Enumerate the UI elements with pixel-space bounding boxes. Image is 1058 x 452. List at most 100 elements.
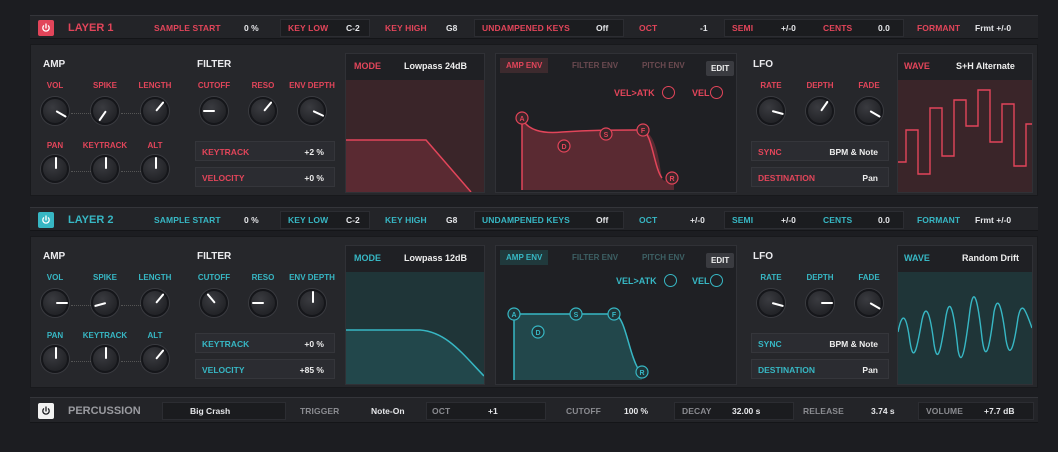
key-low-value[interactable]: C-2 [346,215,360,225]
length-knob[interactable] [141,97,169,125]
formant-value[interactable]: Frmt +/-0 [975,215,1011,225]
vel-atk-knob[interactable] [664,274,677,287]
env-point-s[interactable]: S [574,312,579,319]
spike-label: SPIKE [92,273,117,282]
cents-value[interactable]: 0.0 [878,215,890,225]
tab-amp-env[interactable]: AMP ENV [500,58,549,73]
wave-label: WAVE [904,61,930,71]
percussion-sample[interactable]: Big Crash [190,406,230,416]
power-icon [42,215,50,224]
undampened-value[interactable]: Off [596,215,608,225]
spike-knob[interactable] [91,97,119,125]
env-depth-knob[interactable] [298,97,326,125]
tab-pitch-env[interactable]: PITCH ENV [636,250,691,265]
env-point-f[interactable]: F [641,128,646,135]
reso-knob[interactable] [249,289,277,317]
tab-pitch-env[interactable]: PITCH ENV [636,58,691,73]
tab-amp-env[interactable]: AMP ENV [500,250,549,265]
alt-knob[interactable] [141,345,169,373]
sample-start-value[interactable]: 0 % [244,23,259,33]
layer2-body: AMP VOL SPIKE LENGTH PAN KEYTRACK ALT FI… [30,236,1038,388]
lfo-depth-label: DEPTH [806,273,834,282]
lfo-destination-row[interactable]: DESTINATION Pan [751,167,889,187]
vol-knob[interactable] [41,289,69,317]
lfo-sync-row[interactable]: SYNC BPM & Note [751,141,889,161]
percussion-cutoff-value[interactable]: 100 % [624,406,648,416]
tab-filter-env[interactable]: FILTER ENV [566,58,624,73]
cutoff-knob[interactable] [200,97,228,125]
lfo-destination-row[interactable]: DESTINATION Pan [751,359,889,379]
lfo-sync-value: BPM & Note [829,339,878,349]
cutoff-knob[interactable] [200,289,228,317]
decay-value[interactable]: 32.00 s [732,406,760,416]
env-point-r[interactable]: R [669,176,674,183]
key-low-value[interactable]: C-2 [346,23,360,33]
semi-value[interactable]: +/-0 [781,23,796,33]
env-point-r[interactable]: R [639,370,644,377]
filter-curve-graph [346,272,484,384]
filter-keytrack-row[interactable]: KEYTRACK +2 % [195,141,335,161]
pan-knob[interactable] [41,155,69,183]
mode-value[interactable]: Lowpass 12dB [404,253,467,263]
env-point-a[interactable]: A [519,116,524,123]
sample-start-value[interactable]: 0 % [244,215,259,225]
amp-keytrack-knob[interactable] [91,345,119,373]
percussion-power-button[interactable] [38,403,54,419]
amp-keytrack-knob[interactable] [91,155,119,183]
env-point-f[interactable]: F [612,312,617,319]
undampened-value[interactable]: Off [596,23,608,33]
length-label: LENGTH [138,81,172,90]
lfo-rate-knob[interactable] [757,289,785,317]
mode-value[interactable]: Lowpass 24dB [404,61,467,71]
length-label: LENGTH [138,273,172,282]
vol-knob[interactable] [41,97,69,125]
key-high-value[interactable]: G8 [446,215,457,225]
formant-label: FORMANT [917,215,961,225]
oct-value[interactable]: -1 [700,23,708,33]
alt-label: ALT [147,141,163,150]
trigger-value[interactable]: Note-On [371,406,405,416]
lfo-wave-panel: WAVE Random Drift [897,245,1033,385]
env-point-a[interactable]: A [511,312,516,319]
semi-label: SEMI [732,23,754,33]
layer1-power-button[interactable] [38,20,54,36]
wave-value[interactable]: S+H Alternate [956,61,1015,71]
env-depth-knob[interactable] [298,289,326,317]
oct-value[interactable]: +/-0 [690,215,705,225]
pan-knob[interactable] [41,345,69,373]
release-value[interactable]: 3.74 s [871,406,895,416]
lfo-sync-row[interactable]: SYNC BPM & Note [751,333,889,353]
formant-value[interactable]: Frmt +/-0 [975,23,1011,33]
layer2-power-button[interactable] [38,212,54,228]
tab-filter-env[interactable]: FILTER ENV [566,250,624,265]
vel-atk-knob[interactable] [662,86,675,99]
vel-knob[interactable] [710,86,723,99]
wave-value[interactable]: Random Drift [962,253,1019,263]
alt-knob[interactable] [141,155,169,183]
velocity-row[interactable]: VELOCITY +85 % [195,359,335,379]
lfo-depth-knob[interactable] [806,289,834,317]
mode-label: MODE [354,253,381,263]
env-point-d[interactable]: D [561,144,566,151]
key-high-value[interactable]: G8 [446,23,457,33]
lfo-fade-knob[interactable] [855,97,883,125]
semi-value[interactable]: +/-0 [781,215,796,225]
volume-value[interactable]: +7.7 dB [984,406,1014,416]
length-knob[interactable] [141,289,169,317]
lfo-sync-label: SYNC [758,147,782,157]
cents-value[interactable]: 0.0 [878,23,890,33]
vel-knob[interactable] [710,274,723,287]
lfo-rate-knob[interactable] [757,97,785,125]
env-point-d[interactable]: D [535,330,540,337]
lfo-depth-knob[interactable] [806,97,834,125]
filter-keytrack-label: KEYTRACK [202,339,250,349]
filter-keytrack-row[interactable]: KEYTRACK +0 % [195,333,335,353]
reso-knob[interactable] [249,97,277,125]
velocity-row[interactable]: VELOCITY +0 % [195,167,335,187]
lfo-fade-knob[interactable] [855,289,883,317]
env-point-s[interactable]: S [604,132,609,139]
edit-button[interactable]: EDIT [706,253,735,268]
percussion-oct-value[interactable]: +1 [488,406,498,416]
spike-knob[interactable] [91,289,119,317]
edit-button[interactable]: EDIT [706,61,735,76]
